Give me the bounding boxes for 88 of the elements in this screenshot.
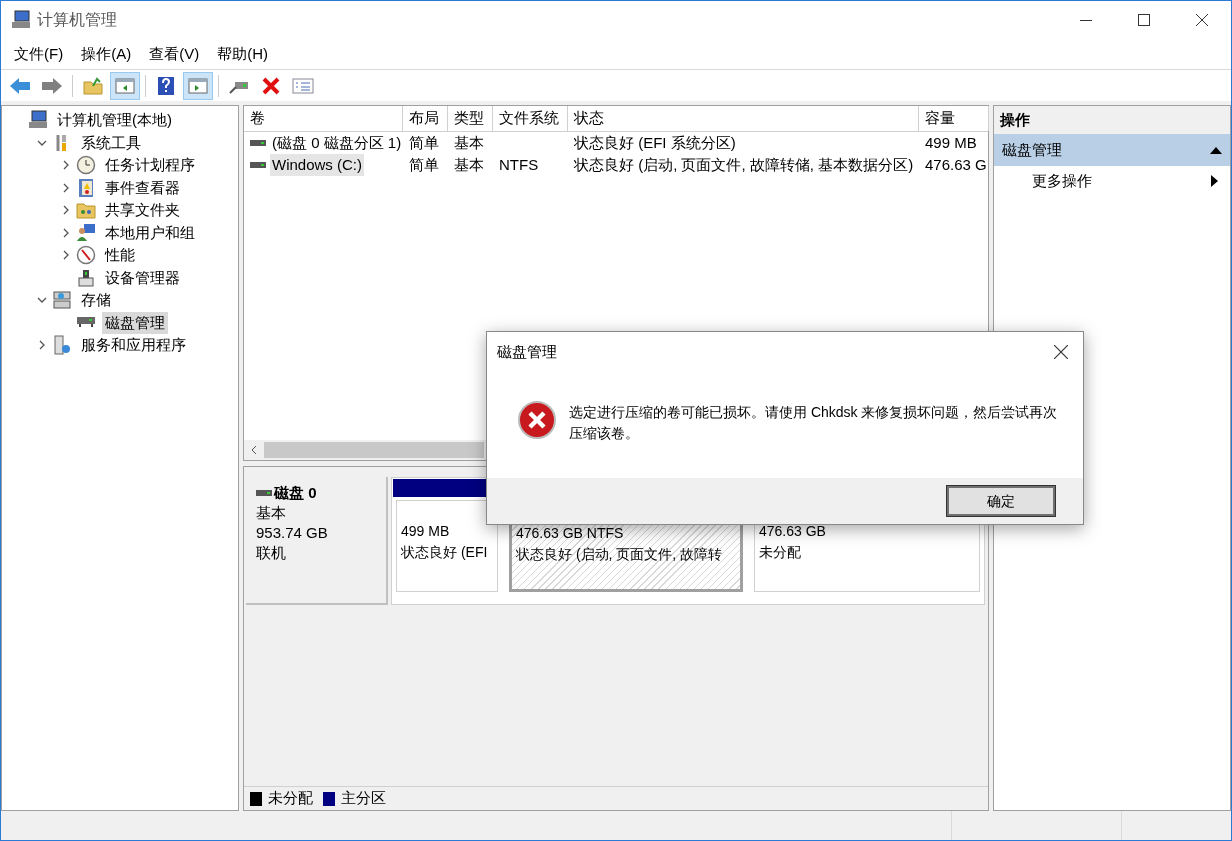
chevron-right-icon[interactable] xyxy=(61,182,71,193)
chevron-right-icon[interactable] xyxy=(37,340,47,351)
disk-status: 联机 xyxy=(256,543,287,563)
forward-arrow-icon[interactable] xyxy=(41,76,63,95)
table-cell-text: 499 MB xyxy=(925,132,977,153)
tree-item[interactable]: 共享文件夹 xyxy=(102,199,183,222)
window-title: 计算机管理 xyxy=(37,10,117,30)
submenu-triangle-icon xyxy=(1211,175,1218,187)
tree-item[interactable]: 计算机管理(本地) xyxy=(54,109,175,132)
drive-icon xyxy=(76,317,96,329)
table-cell-text: 476.63 G xyxy=(925,154,987,175)
folder-icon[interactable] xyxy=(83,76,103,95)
shared-folder-icon xyxy=(76,200,96,221)
collapse-triangle-icon[interactable] xyxy=(1210,146,1222,154)
back-arrow-icon[interactable] xyxy=(9,76,31,95)
error-icon xyxy=(517,400,557,440)
pane-icon[interactable] xyxy=(188,76,208,95)
tree-item[interactable]: 本地用户和组 xyxy=(102,221,198,244)
clock-icon xyxy=(76,155,96,176)
maximize-icon xyxy=(1138,14,1150,26)
users-icon xyxy=(76,222,96,243)
table-cell-text: 简单 xyxy=(409,154,439,175)
drive-icon xyxy=(250,162,266,168)
column-header[interactable]: 卷 xyxy=(244,106,403,131)
tree-item[interactable]: 存储 xyxy=(78,289,114,312)
dialog-title: 磁盘管理 xyxy=(497,341,557,362)
table-cell-text: NTFS xyxy=(499,154,539,175)
action-link[interactable]: 更多操作 xyxy=(1032,169,1092,193)
computer-icon xyxy=(28,110,48,131)
tree-item[interactable]: 任务计划程序 xyxy=(102,154,198,177)
storage-icon xyxy=(52,290,72,311)
disk-size: 953.74 GB xyxy=(256,523,329,543)
close-icon xyxy=(1054,345,1068,359)
chevron-right-icon[interactable] xyxy=(61,250,71,261)
legend-label: 主分区 xyxy=(341,788,386,809)
help-icon[interactable] xyxy=(157,75,175,96)
table-cell-text: 基本 xyxy=(454,132,484,153)
delete-icon[interactable] xyxy=(262,76,280,95)
pane-icon[interactable] xyxy=(115,76,135,95)
drive-icon xyxy=(256,490,272,496)
table-cell-text: 基本 xyxy=(454,154,484,175)
actions-header: 操作 xyxy=(994,106,1230,134)
close-icon xyxy=(1196,14,1208,26)
menu-item[interactable]: 文件(F) xyxy=(5,41,73,67)
tree-item[interactable]: 系统工具 xyxy=(78,131,144,154)
computer-icon xyxy=(11,10,31,30)
tree-item[interactable]: 性能 xyxy=(102,244,138,267)
actions-section[interactable]: 磁盘管理 xyxy=(994,134,1230,166)
column-header[interactable]: 文件系统 xyxy=(493,106,568,131)
gauge-icon xyxy=(76,245,96,266)
table-cell-text: 状态良好 (启动, 页面文件, 故障转储, 基本数据分区) xyxy=(574,154,914,175)
disk-name: 磁盘 0 xyxy=(274,483,317,503)
menu-item[interactable]: 帮助(H) xyxy=(208,41,277,67)
column-header[interactable]: 类型 xyxy=(448,106,493,131)
tree-item[interactable]: 服务和应用程序 xyxy=(78,334,189,357)
chevron-right-icon[interactable] xyxy=(61,227,71,238)
chevron-right-icon[interactable] xyxy=(61,205,71,216)
error-message: 选定进行压缩的卷可能已损坏。请使用 Chkdsk 来修复损坏问题，然后尝试再次压缩该卷。 xyxy=(569,403,1059,443)
minimize-icon xyxy=(1080,19,1092,21)
partition-status: 状态良好 (EFI xyxy=(401,543,488,562)
menu-item[interactable]: 查看(V) xyxy=(140,41,209,67)
drive-icon xyxy=(250,140,266,146)
table-cell-text: 状态良好 (EFI 系统分区) xyxy=(574,132,736,153)
partition-size: 476.63 GB NTFS xyxy=(516,524,624,543)
column-header[interactable]: 状态 xyxy=(568,106,919,131)
tree-item[interactable]: 磁盘管理 xyxy=(102,311,168,334)
table-cell-text: 简单 xyxy=(409,132,439,153)
partition-size: 476.63 GB xyxy=(759,522,826,541)
volume-name[interactable]: (磁盘 0 磁盘分区 1) xyxy=(270,131,403,155)
server-gear-icon xyxy=(52,335,72,356)
column-header[interactable]: 容量 xyxy=(919,106,989,131)
partition-status: 状态良好 (启动, 页面文件, 故障转 xyxy=(516,545,723,564)
menu-item[interactable]: 操作(A) xyxy=(72,41,141,67)
ok-button[interactable]: 确定 xyxy=(947,486,1055,516)
volume-name[interactable]: Windows (C:) xyxy=(270,153,364,177)
tree-item[interactable]: 事件查看器 xyxy=(102,176,183,199)
properties-icon[interactable] xyxy=(292,76,314,95)
tree-item[interactable]: 设备管理器 xyxy=(102,266,183,289)
legend-label: 未分配 xyxy=(268,788,313,809)
disk-type: 基本 xyxy=(256,503,287,523)
column-header[interactable]: 布局 xyxy=(403,106,448,131)
scrollbar-thumb[interactable] xyxy=(264,442,484,458)
partition-status: 未分配 xyxy=(759,543,801,562)
disk-info-card[interactable]: 磁盘 0 基本 953.74 GB 联机 xyxy=(246,477,388,605)
partition-size: 499 MB xyxy=(401,522,450,541)
log-book-icon xyxy=(76,177,96,198)
chevron-right-icon[interactable] xyxy=(61,160,71,171)
device-icon xyxy=(76,267,96,288)
